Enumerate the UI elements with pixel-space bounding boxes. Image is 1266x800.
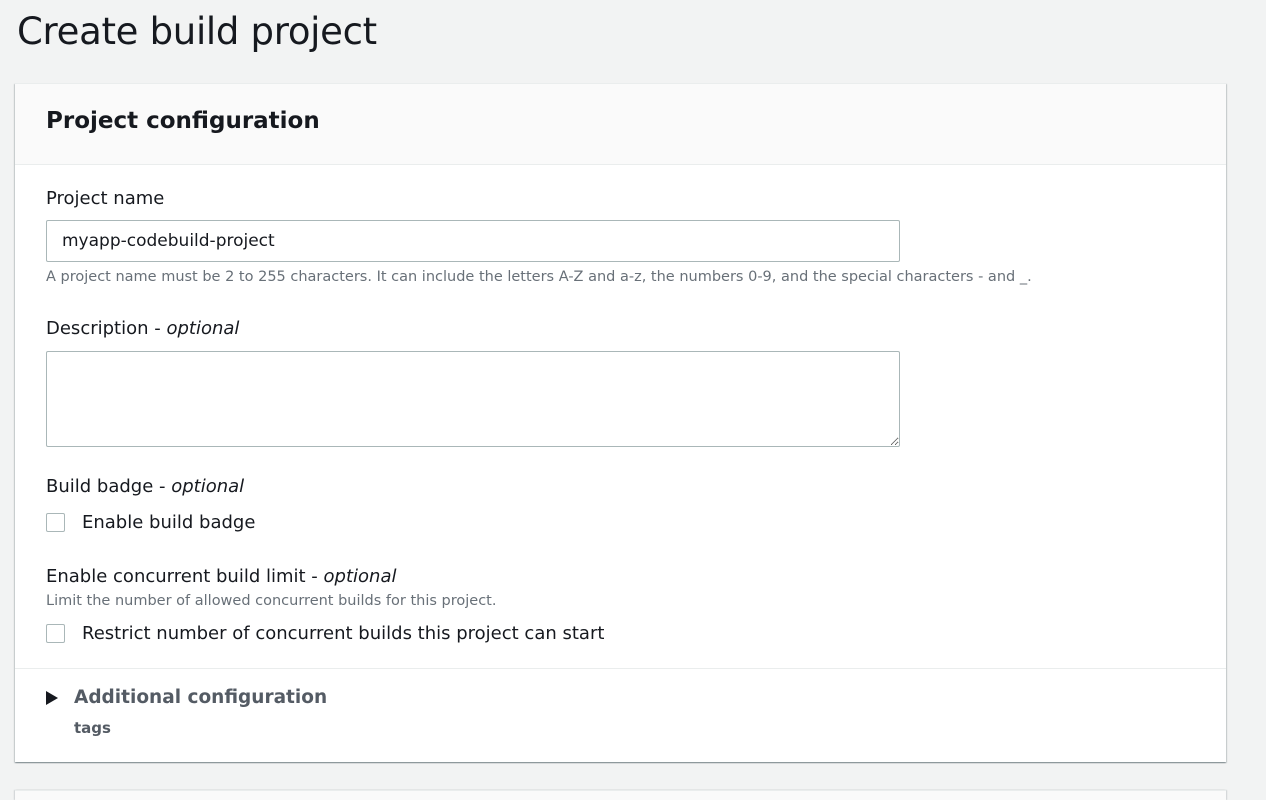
description-label-text: Description - (46, 318, 167, 339)
build-badge-label: Build badge - optional (46, 476, 244, 497)
page-title: Create build project (17, 10, 377, 53)
additional-configuration-toggle[interactable]: Additional configuration (46, 687, 327, 708)
panel-title: Project configuration (46, 108, 320, 134)
enable-build-badge-label[interactable]: Enable build badge (82, 512, 255, 533)
description-label: Description - optional (46, 318, 239, 339)
restrict-concurrent-builds-option[interactable]: Restrict number of concurrent builds thi… (46, 623, 604, 644)
concurrent-limit-label: Enable concurrent build limit - optional (46, 566, 396, 587)
project-configuration-panel: Project configuration Project name A pro… (15, 83, 1226, 762)
restrict-concurrent-builds-label[interactable]: Restrict number of concurrent builds thi… (82, 623, 604, 644)
optional-tag: optional (323, 566, 397, 587)
enable-build-badge-checkbox[interactable] (46, 513, 65, 532)
concurrent-limit-label-text: Enable concurrent build limit - (46, 566, 324, 587)
optional-tag: optional (171, 476, 245, 497)
description-textarea[interactable] (46, 351, 900, 447)
section-divider (15, 668, 1226, 669)
restrict-concurrent-builds-checkbox[interactable] (46, 624, 65, 643)
additional-configuration-title[interactable]: Additional configuration (74, 687, 327, 708)
caret-right-icon[interactable] (46, 690, 58, 705)
concurrent-limit-hint: Limit the number of allowed concurrent b… (46, 593, 497, 609)
next-panel-edge (15, 790, 1226, 800)
optional-tag: optional (166, 318, 240, 339)
additional-configuration-subtitle: tags (74, 719, 111, 737)
panel-header: Project configuration (15, 84, 1226, 165)
enable-build-badge-option[interactable]: Enable build badge (46, 512, 255, 533)
project-name-input[interactable] (46, 220, 900, 262)
project-name-label: Project name (46, 188, 165, 209)
build-badge-label-text: Build badge - (46, 476, 172, 497)
project-name-hint: A project name must be 2 to 255 characte… (46, 269, 1032, 285)
